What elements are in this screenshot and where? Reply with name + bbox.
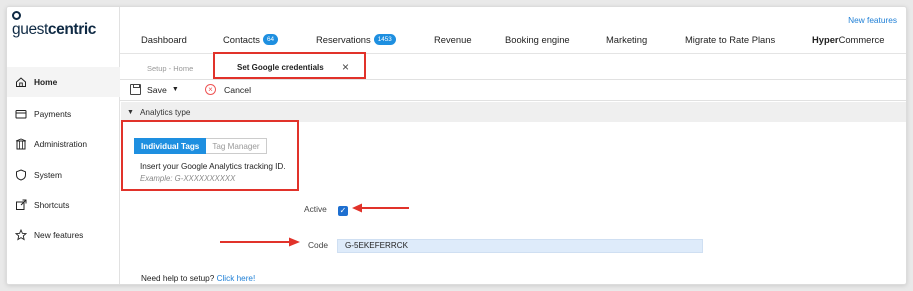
need-help-text: Need help to setup? Click here! — [141, 274, 255, 283]
external-link-icon — [14, 199, 27, 212]
nav-revenue[interactable]: Revenue — [434, 34, 472, 45]
sidebar-item-label: System — [34, 170, 62, 180]
nav-booking-engine[interactable]: Booking engine — [505, 34, 570, 45]
save-label: Save — [147, 84, 167, 95]
nav-label: Reservations — [316, 34, 371, 45]
example-text: Example: G-XXXXXXXXXX — [140, 174, 236, 183]
annotation-arrow-right — [220, 237, 300, 247]
app-window: guestcentric Home Payments Administratio… — [6, 6, 907, 285]
cancel-circle-icon: × — [205, 84, 216, 95]
top-navigation: New features Dashboard Contacts 64 Reserv… — [120, 7, 906, 54]
sidebar-item-label: Payments — [34, 109, 72, 119]
star-icon — [14, 229, 27, 242]
brand-logo[interactable]: guestcentric — [12, 11, 96, 39]
tab-tag-manager[interactable]: Tag Manager — [206, 138, 267, 154]
nav-label: Marketing — [606, 34, 648, 45]
code-label: Code — [308, 240, 329, 250]
analytics-type-section-header[interactable]: ▼ Analytics type — [121, 102, 906, 122]
sidebar-item-system[interactable]: System — [7, 160, 120, 190]
nav-migrate-rate-plans[interactable]: Migrate to Rate Plans — [685, 34, 775, 45]
nav-marketing[interactable]: Marketing — [606, 34, 647, 45]
annotation-highlight-box — [213, 52, 366, 79]
logo-mark-icon — [12, 11, 21, 20]
nav-hypercommerce[interactable]: Hyper Commerce — [812, 34, 884, 45]
floppy-disk-icon — [130, 84, 141, 95]
sidebar-item-label: Administration — [34, 139, 88, 149]
credit-card-icon — [14, 108, 27, 121]
sidebar-item-label: Shortcuts — [34, 200, 70, 210]
nav-label: Booking engine — [505, 34, 570, 45]
click-here-link[interactable]: Click here! — [217, 274, 256, 283]
nav-label: Commerce — [838, 34, 885, 45]
help-text: Insert your Google Analytics tracking ID… — [140, 162, 286, 171]
cancel-label: Cancel — [224, 84, 252, 95]
tracking-code-input[interactable]: G-5EKEFERRCK — [337, 239, 703, 253]
save-button[interactable]: Save ▼ — [130, 84, 179, 95]
chevron-down-icon: ▼ — [171, 86, 179, 93]
nav-label: Contacts — [223, 34, 260, 45]
tab-setup-home[interactable]: Setup - Home — [147, 64, 193, 73]
sidebar-item-home[interactable]: Home — [7, 67, 120, 97]
nav-label-bold: Hyper — [812, 34, 839, 45]
home-icon — [14, 76, 27, 89]
toolbar: Save ▼ × Cancel — [120, 79, 906, 101]
section-title: Analytics type — [139, 107, 191, 117]
annotation-arrow-left — [352, 203, 409, 213]
active-label: Active — [304, 204, 327, 214]
sidebar-item-label: Home — [34, 77, 58, 87]
nav-contacts[interactable]: Contacts 64 — [223, 34, 279, 45]
collapse-triangle-icon: ▼ — [127, 108, 134, 116]
active-checkbox[interactable]: ✓ — [338, 206, 348, 216]
sidebar-item-new-features[interactable]: New features — [7, 220, 120, 250]
nav-reservations[interactable]: Reservations 1453 — [316, 34, 396, 45]
reservations-count-badge: 1453 — [373, 34, 396, 45]
sidebar-item-shortcuts[interactable]: Shortcuts — [7, 190, 120, 220]
nav-label: Revenue — [434, 34, 472, 45]
sidebar-item-administration[interactable]: Administration — [7, 129, 120, 159]
sidebar-item-payments[interactable]: Payments — [7, 99, 120, 129]
tag-type-tabs: Individual Tags Tag Manager — [134, 138, 267, 154]
logo-text: guestcentric — [12, 21, 96, 38]
contacts-count-badge: 64 — [263, 34, 279, 45]
shield-icon — [14, 169, 27, 182]
sidebar-item-label: New features — [34, 230, 84, 240]
cancel-button[interactable]: × Cancel — [205, 84, 251, 95]
sidebar: guestcentric Home Payments Administratio… — [7, 7, 120, 284]
need-help-label: Need help to setup? — [141, 274, 215, 283]
nav-label: Migrate to Rate Plans — [685, 34, 776, 45]
nav-label: Dashboard — [141, 34, 187, 45]
nav-dashboard[interactable]: Dashboard — [141, 34, 187, 45]
tab-individual-tags[interactable]: Individual Tags — [134, 138, 207, 154]
new-features-link[interactable]: New features — [848, 15, 897, 25]
building-icon — [14, 138, 27, 151]
